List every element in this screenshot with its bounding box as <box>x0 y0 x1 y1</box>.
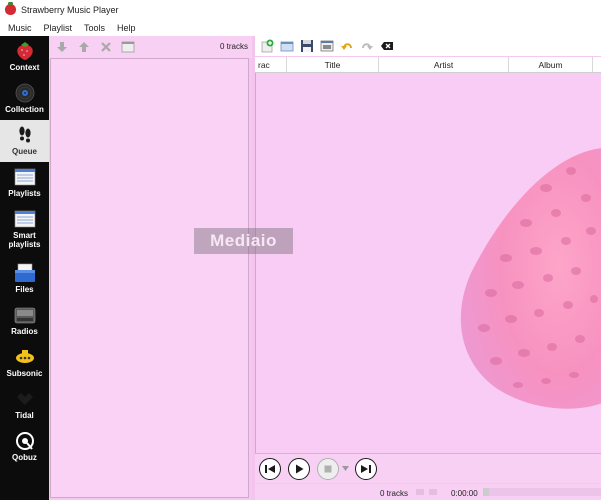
menu-music[interactable]: Music <box>2 23 38 33</box>
sidebar-item-label: Subsonic <box>6 369 43 378</box>
previous-track-icon[interactable] <box>259 457 281 480</box>
window-title: Strawberry Music Player <box>21 4 119 15</box>
stop-options-chevron-icon[interactable] <box>341 458 349 480</box>
sidebar-item-label: Smart <box>13 231 36 240</box>
status-track-count: 0 tracks <box>380 489 409 498</box>
watermark-text: Mediaio <box>210 231 277 250</box>
tidal-icon <box>16 393 33 405</box>
files-icon <box>14 263 35 282</box>
player-controls <box>255 453 601 483</box>
playlist-settings-icon[interactable] <box>319 38 335 54</box>
move-down-icon[interactable] <box>54 39 70 55</box>
remove-icon[interactable] <box>98 39 114 55</box>
sidebar-item-label: Queue <box>12 147 37 156</box>
sidebar-item-label: Tidal <box>15 411 34 420</box>
next-track-icon[interactable] <box>355 457 377 480</box>
column-header-artist[interactable]: Artist <box>379 57 509 72</box>
queue-toolbar: 0 tracks <box>49 36 252 58</box>
menu-help[interactable]: Help <box>111 23 142 33</box>
column-header-title[interactable]: Title <box>287 57 379 72</box>
strawberry-app-icon <box>5 2 16 15</box>
sidebar-item-smart-playlists[interactable]: Smart playlists <box>0 204 49 258</box>
sidebar: Context Collection Queue Playlists Smart… <box>0 36 49 500</box>
play-icon[interactable] <box>288 457 310 480</box>
load-playlist-icon[interactable] <box>279 38 295 54</box>
strawberry-icon <box>16 42 33 60</box>
stop-icon[interactable] <box>317 457 339 480</box>
sidebar-item-files[interactable]: Files <box>0 258 49 300</box>
watermark: Mediaio <box>194 228 293 254</box>
sidebar-item-subsonic[interactable]: Subsonic <box>0 342 49 384</box>
sidebar-item-queue[interactable]: Queue <box>0 120 49 162</box>
title-bar: Strawberry Music Player <box>0 0 601 19</box>
menu-playlist[interactable]: Playlist <box>38 23 79 33</box>
playlist-header: rac Title Artist Album <box>255 57 601 73</box>
queue-track-count: 0 tracks <box>219 42 248 51</box>
queue-list[interactable] <box>50 58 249 498</box>
clear-icon[interactable] <box>120 39 136 55</box>
clear-playlist-icon[interactable] <box>379 38 395 54</box>
sidebar-item-context[interactable]: Context <box>0 36 49 78</box>
playlist-view[interactable] <box>255 73 601 453</box>
sidebar-item-tidal[interactable]: Tidal <box>0 384 49 426</box>
sidebar-item-label: Radios <box>11 327 38 336</box>
status-bar: 0 tracks 0:00:00 <box>255 484 601 500</box>
vinyl-disc-icon <box>15 83 34 103</box>
column-header-album[interactable]: Album <box>509 57 593 72</box>
playback-time: 0:00:00 <box>451 489 478 498</box>
strawberry-background-image <box>460 148 601 409</box>
sidebar-item-label-line2: playlists <box>8 240 41 249</box>
status-icon-b <box>429 489 437 495</box>
playlist-icon <box>14 168 35 186</box>
sidebar-item-label: Collection <box>5 105 44 114</box>
sidebar-item-collection[interactable]: Collection <box>0 78 49 120</box>
redo-icon[interactable] <box>359 38 375 54</box>
sidebar-item-label: Playlists <box>8 189 41 198</box>
status-icon-a <box>416 489 424 495</box>
save-playlist-icon[interactable] <box>299 38 315 54</box>
seek-slider[interactable] <box>483 488 601 496</box>
qobuz-icon <box>15 432 34 450</box>
column-header-track[interactable]: rac <box>255 57 287 72</box>
menu-tools[interactable]: Tools <box>78 23 111 33</box>
sidebar-item-qobuz[interactable]: Qobuz <box>0 426 49 468</box>
new-playlist-icon[interactable] <box>259 38 275 54</box>
subsonic-icon <box>15 350 34 363</box>
move-up-icon[interactable] <box>76 39 92 55</box>
radio-icon <box>14 307 35 324</box>
footprints-icon <box>18 126 31 143</box>
undo-icon[interactable] <box>339 38 355 54</box>
sidebar-item-radios[interactable]: Radios <box>0 300 49 342</box>
playlist-toolbar <box>255 36 601 56</box>
sidebar-item-label: Files <box>15 285 34 294</box>
smart-playlist-icon <box>14 210 35 228</box>
sidebar-item-label: Context <box>9 63 40 72</box>
menu-bar: Music Playlist Tools Help <box>0 19 601 36</box>
sidebar-item-label: Qobuz <box>12 453 37 462</box>
sidebar-item-playlists[interactable]: Playlists <box>0 162 49 204</box>
